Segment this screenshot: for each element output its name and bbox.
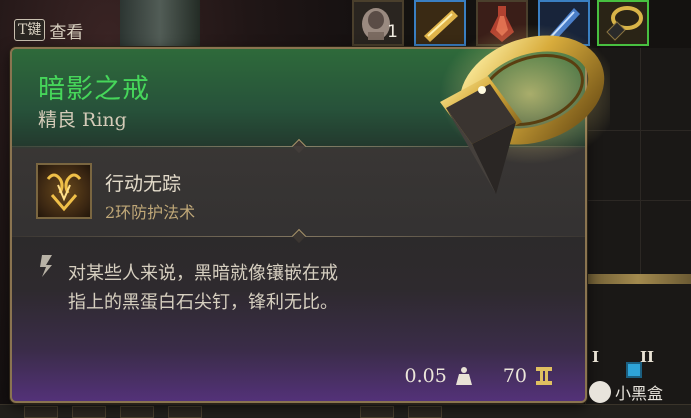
watermark-text: 小黑盒 [615, 384, 664, 403]
gold-divider-bar [585, 274, 691, 284]
scene-pillar [120, 0, 200, 50]
tab-label-2[interactable]: II [640, 348, 654, 366]
flavor-line: 指上的黑蛋白石尖钉，锋利无比。 [68, 292, 338, 313]
gold-value: 70 [502, 365, 527, 387]
view-keybind-hint[interactable]: T键 查看 [14, 16, 83, 44]
spell-type: 2环防护法术 [105, 203, 196, 222]
item-name: 暗影之戒 [38, 74, 150, 105]
item-rarity-type: 精良 Ring [38, 109, 127, 131]
spell-rune-icon[interactable] [36, 163, 92, 219]
slot-count: 1 [387, 22, 398, 42]
ring-artwork-icon [440, 24, 610, 194]
weight-icon [455, 367, 472, 385]
hotbar-slot[interactable] [120, 406, 154, 418]
flavor-text: 对某些人来说，黑暗就像镶嵌在戒 指上的黑蛋白石尖钉，锋利无比。 [68, 259, 428, 317]
spell-name: 行动无踪 [105, 173, 182, 195]
hotbar-slot[interactable] [360, 406, 394, 418]
item-stats: 0.05 70 [405, 365, 554, 387]
gold-coin-icon [536, 367, 552, 385]
hotbar-slot[interactable] [24, 406, 58, 418]
key-label: T键 [14, 19, 46, 41]
hotbar-slot[interactable] [168, 406, 202, 418]
quote-icon [40, 255, 52, 277]
watermark-logo-icon [589, 381, 611, 403]
action-label: 查看 [49, 22, 84, 43]
hotbar-slot[interactable] [408, 406, 442, 418]
inventory-slot-1[interactable]: 1 [352, 0, 404, 46]
flavor-line: 对某些人来说，黑暗就像镶嵌在戒 [68, 263, 338, 284]
weight-value: 0.05 [404, 365, 447, 387]
grid-line [640, 48, 641, 274]
tab-label-1[interactable]: I [592, 348, 599, 366]
watermark: 小黑盒 [589, 380, 663, 404]
ability-slot-icon[interactable] [626, 362, 642, 378]
hotbar-slot[interactable] [72, 406, 106, 418]
